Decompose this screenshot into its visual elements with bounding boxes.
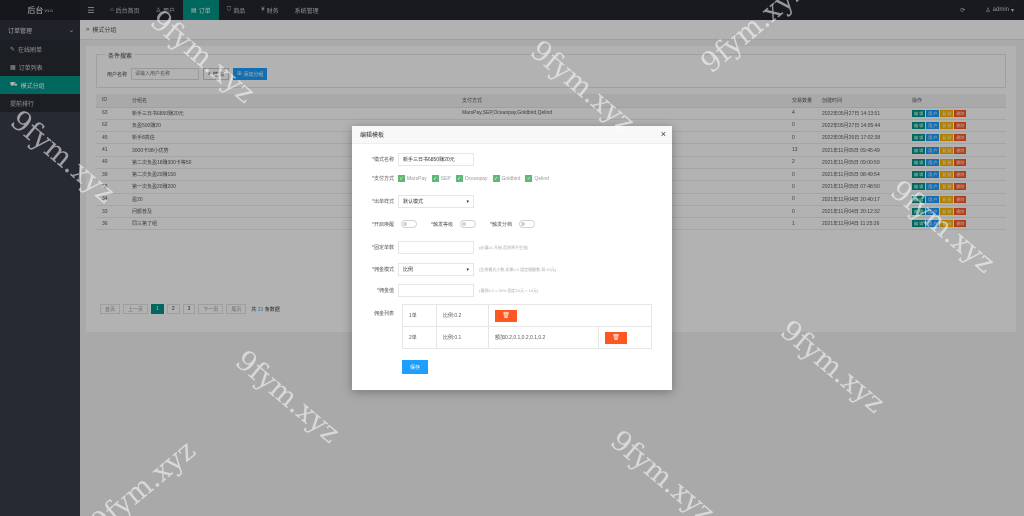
pay-option-qelind[interactable]: ✓ Qelind [525,175,549,182]
check-icon: ✓ [455,175,463,182]
pay-option-goldbird[interactable]: ✓ Goldbird [492,175,520,182]
commission-value-input[interactable] [398,284,474,297]
trigger-tier-label: *触发分档 [490,221,512,228]
commission-mode-select[interactable]: 比例 ▾ [398,263,474,276]
pay-option-sep[interactable]: ✓ SEP [431,175,451,182]
edit-template-modal: 编辑模板 × *模式名称 新手三日书6850赚20元 *支付方式 ✓ MarsPa… [352,126,672,390]
trash-icon: 🗑 [502,313,510,319]
tier-action-cell: 🗑 [488,304,652,327]
tier-extra: 额加0.2,0.1,0.2,0.1,0.2 [488,326,599,349]
wake-label: *开启唤醒 [372,221,394,228]
commission-value-hint: (填例0.2 = 20% 固定10元 = 10元) [479,287,539,293]
check-icon: ✓ [492,175,500,182]
check-icon: ✓ [431,175,439,182]
fixed-count-label: *固定单数 [372,245,394,251]
trigger-level-switch[interactable] [460,220,476,228]
pay-option-marspay[interactable]: ✓ MarsPay [398,175,427,182]
commission-mode-label: *佣金模式 [372,267,394,273]
commission-value-label: *佣金值 [377,288,394,294]
tier-ratio: 比例:0.1 [436,326,489,349]
commission-mode-hint: (比例模式小数,如果0.2 固定模额数,如:10元) [479,266,557,272]
modal-title: 编辑模板 [360,133,385,139]
chevron-down-icon: ▾ [466,266,469,273]
chevron-down-icon: ▾ [466,198,469,205]
trigger-level-label: *触发等级 [431,221,453,228]
pay-option-oceanpay[interactable]: ✓ Oceanpay [455,175,488,182]
tier-name: 2单 [402,326,437,349]
delete-tier-button[interactable]: 🗑 [605,331,627,344]
trash-icon: 🗑 [612,335,620,341]
order-style-label: *出单样式 [372,199,394,205]
fixed-count-input[interactable] [398,241,474,254]
mode-name-input[interactable]: 新手三日书6850赚20元 [398,153,474,166]
tier-row-1: 1单 比例:0.2 🗑 [402,304,652,327]
mode-name-label: *模式名称 [372,157,394,163]
delete-tier-button[interactable]: 🗑 [495,309,517,322]
tier-row-2: 2单 比例:0.1 额加0.2,0.1,0.2,0.1,0.2 🗑 [402,326,652,349]
trigger-tier-switch[interactable] [519,220,535,228]
check-icon: ✓ [525,175,533,182]
tier-action-cell: 🗑 [598,326,652,349]
tier-ratio: 比例:0.2 [436,304,489,327]
close-icon[interactable]: × [661,129,666,139]
order-style-select[interactable]: 默认模式 ▾ [398,195,474,208]
tier-table: 1单 比例:0.2 🗑 2单 比例:0.1 额加0.2,0.1,0.2,0.1,… [402,304,652,349]
wake-switch[interactable] [401,220,417,228]
save-button[interactable]: 保存 [402,360,428,374]
tiers-label: 佣金列表 [373,311,394,317]
check-icon: ✓ [398,175,405,182]
pay-method-label: *支付方式 [372,176,394,182]
fixed-count-hint: (必填≥1 开始,否则将不生效) [479,244,529,250]
modal-header: 编辑模板 [352,126,672,144]
tier-name: 1单 [402,304,437,327]
